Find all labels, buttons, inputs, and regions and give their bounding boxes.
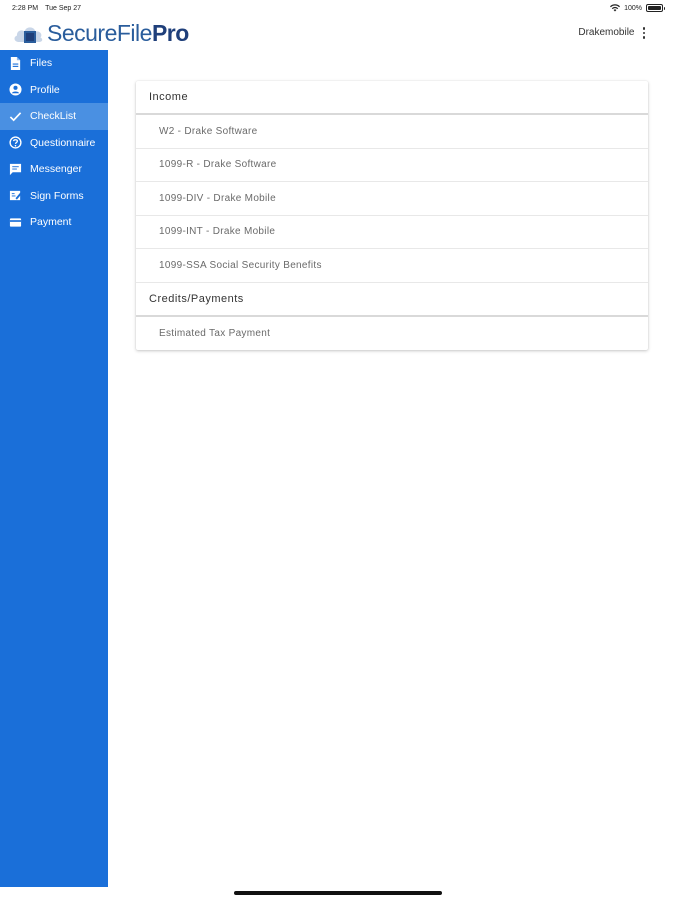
list-item[interactable]: W2 - Drake Software [136,115,648,149]
logo-text: SecureFilePro [47,20,189,46]
battery-percent: 100% [624,4,642,12]
sidebar-item-label: Profile [30,83,60,96]
file-icon [8,56,22,70]
status-time: 2:28 PM [12,4,39,12]
logo: SecureFilePro [12,20,189,47]
user-menu[interactable]: Drakemobile [578,27,645,39]
list-item[interactable]: 1099-INT - Drake Mobile [136,216,648,249]
check-icon [8,109,22,123]
section-header-income: Income [136,81,648,115]
checklist-card: Income W2 - Drake Software 1099-R - Drak… [136,81,648,350]
sidebar-item-label: Messenger [30,163,82,176]
sidebar-item-profile[interactable]: Profile [0,77,108,104]
sidebar-item-messenger[interactable]: Messenger [0,156,108,183]
question-icon [8,136,22,150]
sidebar-item-payment[interactable]: Payment [0,209,108,236]
card-icon [8,215,22,229]
home-indicator[interactable] [234,891,442,895]
status-date: Tue Sep 27 [45,4,82,12]
sidebar-item-label: Sign Forms [30,189,84,202]
checklist-panel: Income W2 - Drake Software 1099-R - Drak… [136,81,648,350]
sidebar: Files Profile CheckList Questionnaire Me… [0,50,108,887]
chat-icon [8,162,22,176]
cloud-logo-icon [14,26,43,43]
sidebar-item-label: Files [30,57,53,70]
list-item[interactable]: 1099-R - Drake Software [136,149,648,182]
battery-icon [646,4,665,12]
sign-icon [8,189,22,203]
list-item[interactable]: 1099-DIV - Drake Mobile [136,182,648,216]
sidebar-item-questionnaire[interactable]: Questionnaire [0,130,108,157]
sidebar-item-label: Questionnaire [30,136,96,149]
sidebar-item-checklist[interactable]: CheckList [0,103,108,130]
username[interactable]: Drakemobile [578,27,634,38]
app-header: SecureFilePro Drakemobile [0,16,675,50]
section-header-credits-payments: Credits/Payments [136,283,648,317]
more-vertical-icon[interactable] [642,27,645,39]
status-bar: 2:28 PM Tue Sep 27 100% [0,0,675,16]
app-screen: 2:28 PM Tue Sep 27 100% SecureFilePro Dr… [0,0,675,900]
user-icon [8,83,22,97]
sidebar-item-sign-forms[interactable]: Sign Forms [0,183,108,210]
sidebar-item-label: CheckList [30,110,77,123]
sidebar-item-label: Payment [30,216,72,229]
sidebar-item-files[interactable]: Files [0,50,108,77]
list-item[interactable]: 1099-SSA Social Security Benefits [136,249,648,283]
list-item[interactable]: Estimated Tax Payment [136,317,648,351]
wifi-icon [610,4,621,12]
